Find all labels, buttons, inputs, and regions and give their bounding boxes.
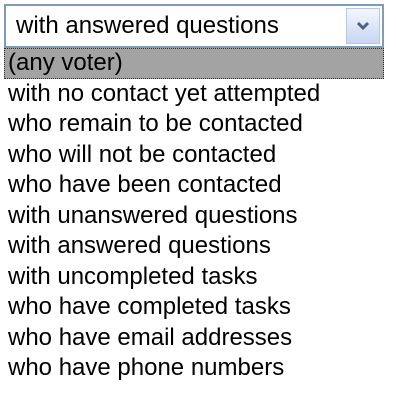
dropdown-option-list: (any voter) with no contact yet attempte… (4, 48, 384, 384)
chevron-down-icon (356, 21, 370, 31)
voter-filter-select[interactable]: with answered questions (4, 4, 384, 48)
dropdown-option-completed-tasks[interactable]: who have completed tasks (4, 292, 384, 323)
dropdown-option-remain-to-be-contacted[interactable]: who remain to be contacted (4, 109, 384, 140)
dropdown-option-unanswered-questions[interactable]: with unanswered questions (4, 201, 384, 232)
dropdown-option-email-addresses[interactable]: who have email addresses (4, 323, 384, 354)
dropdown-option-any-voter[interactable]: (any voter) (4, 48, 384, 79)
dropdown-arrow-button[interactable] (346, 8, 380, 44)
dropdown-option-have-been-contacted[interactable]: who have been contacted (4, 170, 384, 201)
dropdown-option-answered-questions[interactable]: with answered questions (4, 231, 384, 262)
dropdown-option-will-not-be-contacted[interactable]: who will not be contacted (4, 140, 384, 171)
select-current-value: with answered questions (16, 12, 279, 39)
dropdown-option-uncompleted-tasks[interactable]: with uncompleted tasks (4, 262, 384, 293)
dropdown-option-no-contact-attempted[interactable]: with no contact yet attempted (4, 79, 384, 110)
dropdown-option-phone-numbers[interactable]: who have phone numbers (4, 353, 384, 384)
